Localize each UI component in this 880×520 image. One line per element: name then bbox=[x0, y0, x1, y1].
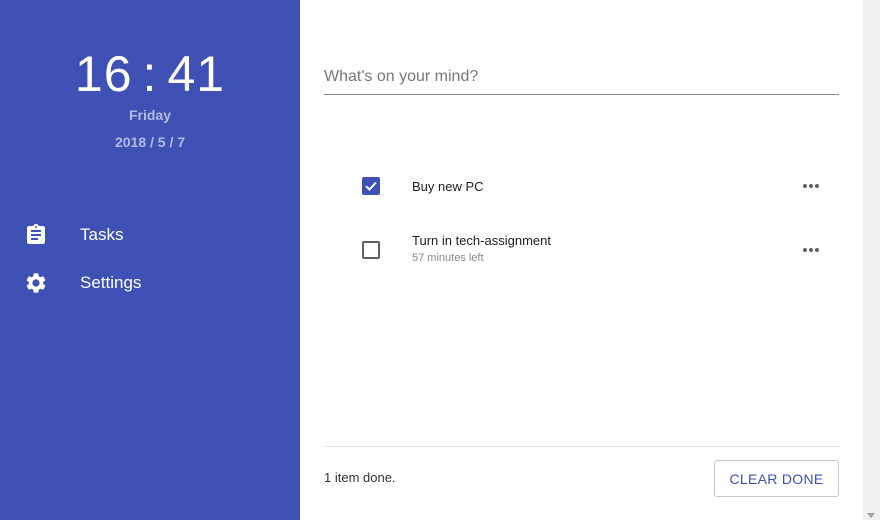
task-time-left: 57 minutes left bbox=[412, 252, 484, 264]
clock-minutes: 41 bbox=[167, 46, 226, 102]
new-task-field bbox=[324, 62, 839, 95]
clipboard-icon bbox=[24, 223, 48, 247]
nav-item-tasks[interactable]: Tasks bbox=[0, 213, 300, 257]
sidebar: 16:41 Friday 2018 / 5 / 7 Tasks Settings bbox=[0, 0, 300, 520]
footer-divider bbox=[324, 446, 839, 447]
scroll-down-arrow-icon[interactable] bbox=[867, 513, 875, 518]
task-item: Turn in tech-assignment 57 minutes left bbox=[324, 225, 839, 275]
task-checkbox[interactable] bbox=[362, 241, 380, 259]
clock: 16:41 bbox=[0, 46, 300, 102]
nav-item-label: Settings bbox=[80, 273, 142, 292]
new-task-input[interactable] bbox=[324, 62, 839, 92]
gear-icon bbox=[24, 271, 48, 295]
task-title: Buy new PC bbox=[412, 179, 484, 194]
more-options-icon[interactable] bbox=[800, 175, 822, 197]
clear-done-button[interactable]: CLEAR DONE bbox=[714, 460, 839, 497]
clock-hours: 16 bbox=[74, 46, 133, 102]
more-options-icon[interactable] bbox=[800, 239, 822, 261]
nav-item-label: Tasks bbox=[80, 225, 124, 244]
done-count-text: 1 item done. bbox=[324, 470, 396, 485]
date-label: 2018 / 5 / 7 bbox=[114, 134, 186, 150]
main-panel: Buy new PC Turn in tech-assignment 57 mi… bbox=[300, 0, 863, 520]
task-item: Buy new PC bbox=[324, 161, 839, 211]
task-title: Turn in tech-assignment bbox=[412, 233, 551, 248]
task-checkbox-checked[interactable] bbox=[362, 177, 380, 195]
scrollbar[interactable] bbox=[863, 0, 880, 520]
nav-item-settings[interactable]: Settings bbox=[0, 261, 300, 305]
clock-separator: : bbox=[142, 46, 158, 102]
checkmark-icon bbox=[365, 181, 377, 191]
day-label: Friday bbox=[128, 107, 171, 123]
